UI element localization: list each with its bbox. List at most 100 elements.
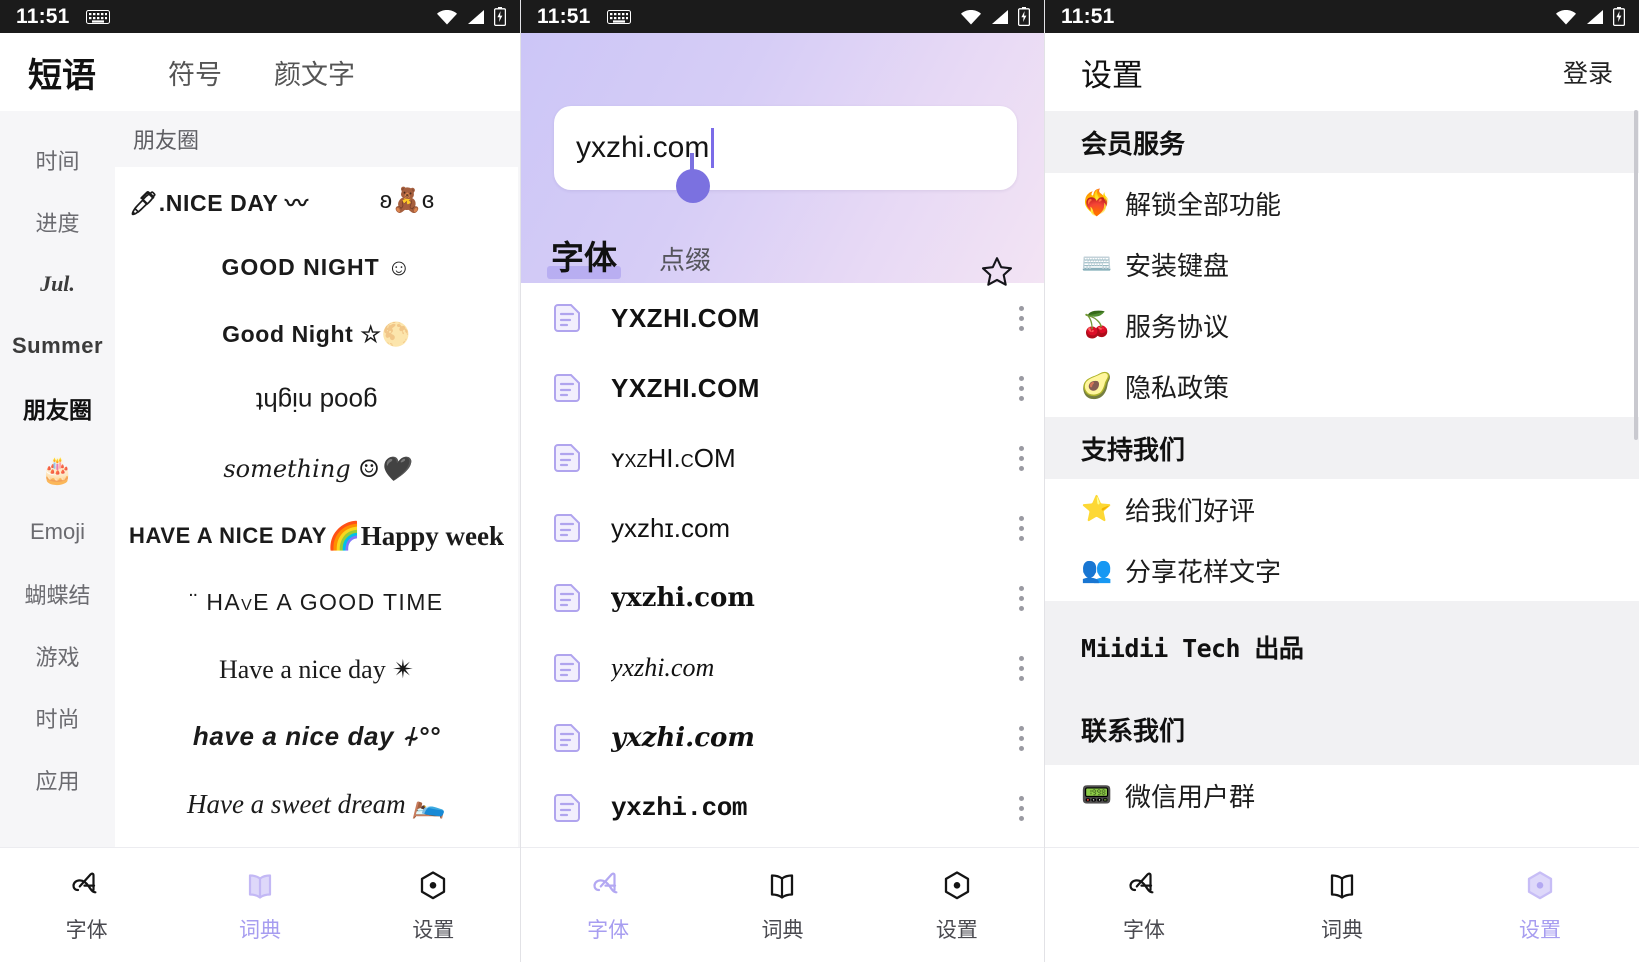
tab-phrases-label: 短语 [28,57,96,95]
bottom-nav-right[interactable]: 字体 词典 设置 [1045,847,1639,962]
settings-list[interactable]: 会员服务 ❤️‍🔥 解锁全部功能 ⌨️ 安装键盘 🍒 服务协议 🥑 隐私政策 支… [1045,111,1639,847]
wifi-icon [960,9,982,25]
search-input[interactable]: yxzhi.com [554,106,1017,190]
nav-settings[interactable]: 设置 [870,867,1044,944]
row-menu-icon[interactable] [1018,796,1024,821]
sidebar-item-summer[interactable]: Summer [0,315,115,377]
settings-item-wechat-group[interactable]: 📟 微信用户群 [1045,765,1639,826]
status-bar-right: 11:51 [1045,0,1639,33]
row-menu-icon[interactable] [1018,376,1024,401]
list-item[interactable]: Have a sweet dream 🛌 [115,770,518,837]
nav-fonts[interactable]: 字体 [521,867,695,944]
phrase-text: ¨ HAvE A GOOD TIME [190,589,444,616]
tab-phrases[interactable]: 短语 [20,48,142,97]
list-item[interactable]: good night [115,368,518,435]
nav-settings[interactable]: 设置 [1441,867,1639,944]
signal-icon [466,9,486,25]
sidebar-label: 时尚 [35,702,79,734]
list-item[interactable]: have a nice day ⍭°° [115,703,518,770]
sidebar-item-moments[interactable]: 朋友圈 [0,377,115,439]
status-indicators [1555,7,1625,26]
note-icon [551,792,583,824]
font-tabbar[interactable]: 字体 点缀 [551,231,711,279]
sidebar-item-jul[interactable]: Jul. [0,253,115,315]
list-item[interactable]: GOOD NIGHT ☺ [115,234,518,301]
row-menu-icon[interactable] [1018,446,1024,471]
note-icon [551,512,583,544]
star-outline-icon[interactable] [980,255,1014,289]
row-menu-icon[interactable] [1018,586,1024,611]
category-sidebar[interactable]: 时间 进度 Jul. Summer 朋友圈 🎂 Emoji 蝴蝶结 游戏 时尚 … [0,111,115,847]
nav-fonts[interactable]: 字体 [1045,867,1243,944]
row-menu-icon[interactable] [1018,726,1024,751]
script-a-icon [1125,867,1163,905]
table-row[interactable]: yxzhi.com [521,563,1044,633]
font-variant-diacritics: ʊʊʊʊʊ ʊʊ ʊ [611,373,738,379]
login-button[interactable]: 登录 [1563,54,1613,90]
phrase-list[interactable]: 🖊.NICE DAY 〰 ʚ🧸ɞ GOOD NIGHT ☺ Good Night… [115,167,518,847]
status-indicators [960,7,1030,26]
tab-fonts[interactable]: 字体 [551,231,617,279]
settings-item-unlock-all[interactable]: ❤️‍🔥 解锁全部功能 [1045,173,1639,234]
settings-item-install-keyboard[interactable]: ⌨️ 安装键盘 [1045,234,1639,295]
table-row[interactable]: yxzhi.com [521,703,1044,773]
table-row[interactable]: yxzhɪ.com [521,493,1044,563]
vertical-scrollbar[interactable] [1634,110,1638,440]
row-menu-icon[interactable] [1018,656,1024,681]
sidebar-item-apps[interactable]: 应用 [0,749,115,811]
tab-kaomoji[interactable]: 颜文字 [248,53,381,92]
settings-item-label: 隐私政策 [1125,368,1229,405]
list-item[interactable]: Good Night ☆🌕 [115,301,518,368]
sidebar-item-emoji[interactable]: Emoji [0,501,115,563]
cursor-handle[interactable] [676,169,710,203]
settings-item-terms[interactable]: 🍒 服务协议 [1045,295,1639,356]
list-item[interactable]: ¨ HAvE A GOOD TIME [115,569,518,636]
settings-item-privacy[interactable]: 🥑 隐私政策 [1045,356,1639,417]
settings-item-share[interactable]: 👥 分享花样文字 [1045,540,1639,601]
table-row[interactable]: ʊʊʊʊʊ ʊʊ ʊYXZHI.COM [521,353,1044,423]
table-row[interactable]: yxzhi.com [521,773,1044,843]
fonts-panel: 11:51 yxzhi.com 字体 [521,0,1045,962]
list-item[interactable]: Have a nice day ✴ [115,636,518,703]
bottom-nav-left[interactable]: 字体 词典 设置 [0,847,520,962]
nav-dictionary-label: 词典 [761,914,803,944]
settings-item-label: 分享花样文字 [1125,552,1281,589]
nav-dictionary[interactable]: 词典 [695,867,869,944]
phrase-tabbar[interactable]: 短语 符号 颜文字 [0,33,520,111]
table-row[interactable]: yxzhi.com [521,633,1044,703]
nav-dictionary[interactable]: 词典 [173,867,346,944]
wifi-icon [1555,9,1577,25]
list-item[interactable]: something ☺🖤 [115,435,518,502]
phrase-content: 朋友圈 🖊.NICE DAY 〰 ʚ🧸ɞ GOOD NIGHT ☺ Good N… [115,111,520,847]
sidebar-item-progress[interactable]: 进度 [0,191,115,253]
nav-settings-label: 设置 [936,914,978,944]
nav-settings[interactable]: 设置 [347,867,520,944]
nav-dictionary[interactable]: 词典 [1243,867,1441,944]
nav-fonts-label: 字体 [1123,914,1165,944]
sidebar-label: Emoji [30,519,85,545]
nav-fonts-label: 字体 [66,914,108,944]
script-a-icon [68,867,106,905]
tab-decorations[interactable]: 点缀 [659,240,711,277]
row-menu-icon[interactable] [1018,516,1024,541]
tab-symbols[interactable]: 符号 [142,53,248,92]
table-row[interactable]: YXZHI.COM [521,283,1044,353]
list-item[interactable]: HAVE A NICE DAY 🌈Happy week [115,502,518,569]
bottom-nav-mid[interactable]: 字体 词典 设置 [521,847,1044,962]
keyboard-icon: ⌨️ [1081,250,1111,279]
tab-fonts-label: 字体 [551,239,617,276]
sidebar-item-time[interactable]: 时间 [0,129,115,191]
sidebar-item-games[interactable]: 游戏 [0,625,115,687]
sidebar-item-fashion[interactable]: 时尚 [0,687,115,749]
sidebar-item-cake-emoji[interactable]: 🎂 [0,439,115,501]
settings-item-rate-us[interactable]: ⭐ 给我们好评 [1045,479,1639,540]
nav-fonts[interactable]: 字体 [0,867,173,944]
table-row[interactable]: ʏxzHI.cOM [521,423,1044,493]
sidebar-item-bow[interactable]: 蝴蝶结 [0,563,115,625]
font-results-list[interactable]: YXZHI.COM ʊʊʊʊʊ ʊʊ ʊYXZHI.COM ʏxzHI.cOM … [521,283,1044,847]
row-menu-icon[interactable] [1018,306,1024,331]
phrase-text: have a nice day ⍭°° [193,721,440,753]
list-item[interactable]: 🖊.NICE DAY 〰 ʚ🧸ɞ [115,167,518,234]
search-box-wrapper: yxzhi.com [554,106,1017,190]
phrase-text: something ☺🖤 [223,455,409,483]
